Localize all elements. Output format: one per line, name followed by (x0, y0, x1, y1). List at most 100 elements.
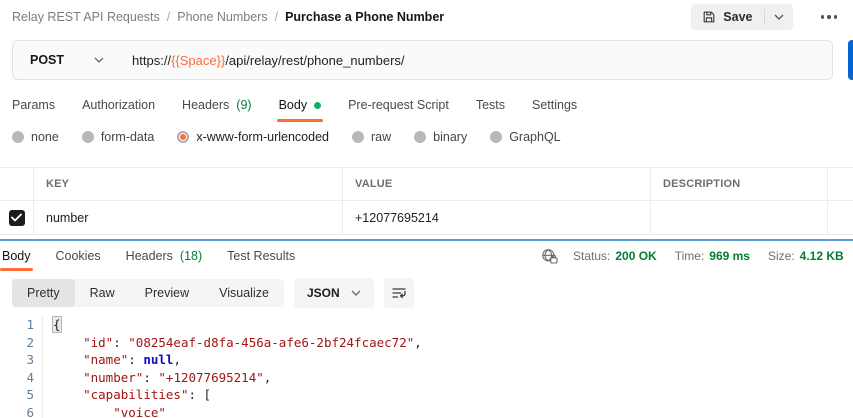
save-options-button[interactable] (765, 4, 793, 30)
save-button[interactable]: Save (691, 4, 763, 30)
line-number: 5 (0, 386, 42, 404)
line-number: 4 (0, 369, 42, 387)
url-path: /api/relay/rest/phone_numbers/ (225, 53, 404, 68)
code-line: 2 "id": "08254eaf-d8fa-456a-afe6-2bf24fc… (0, 334, 853, 352)
body-type-graphql[interactable]: GraphQL (490, 130, 560, 144)
body-type-form-data[interactable]: form-data (82, 130, 155, 144)
tab-pre-request-script[interactable]: Pre-request Script (348, 88, 449, 122)
table-row: number+12077695214 (0, 201, 853, 235)
request-tabs: Params Authorization Headers(9) Body Pre-req… (0, 88, 853, 122)
radio-icon (177, 131, 189, 143)
tab-body[interactable]: Body (279, 88, 322, 122)
response-bar: Body Cookies Headers(18) Test Results Statu… (0, 241, 853, 271)
code-line-content: { (42, 316, 61, 334)
response-tab-headers[interactable]: Headers(18) (126, 241, 202, 271)
code-line-content: "name": null, (42, 351, 181, 369)
tab-settings[interactable]: Settings (532, 88, 577, 122)
key-cell[interactable]: number (34, 201, 343, 234)
select-all-cell[interactable] (0, 168, 34, 200)
breadcrumb-item-purchase-a-phone-number[interactable]: Purchase a Phone Number (285, 10, 444, 24)
tab-label: Params (12, 98, 55, 112)
breadcrumb-item-relay-rest-api-requests[interactable]: Relay REST API Requests (12, 10, 160, 24)
body-type-none[interactable]: none (12, 130, 59, 144)
method-select[interactable]: POST (13, 53, 116, 67)
tab-label: Cookies (56, 249, 101, 263)
code-token: , (414, 335, 422, 350)
response-body-editor[interactable]: 1{2 "id": "08254eaf-d8fa-456a-afe6-2bf24… (0, 314, 853, 418)
response-tab-test-results[interactable]: Test Results (227, 241, 295, 271)
breadcrumb-separator: / (167, 10, 170, 24)
view-tab-visualize[interactable]: Visualize (204, 279, 284, 307)
view-tab-pretty[interactable]: Pretty (12, 279, 75, 307)
active-tab-underline (277, 119, 324, 122)
network-info-icon[interactable] (541, 248, 558, 264)
radio-icon (82, 131, 94, 143)
send-button[interactable] (848, 40, 853, 80)
view-tab-preview[interactable]: Preview (130, 279, 204, 307)
tab-authorization[interactable]: Authorization (82, 88, 155, 122)
wrap-text-button[interactable] (384, 278, 414, 308)
request-header: Relay REST API Requests / Phone Numbers / Pu… (0, 0, 853, 34)
code-token: { (53, 317, 61, 332)
body-type-label: x-www-form-urlencoded (196, 130, 329, 144)
url-prefix: https:// (132, 53, 171, 68)
radio-icon (414, 131, 426, 143)
more-options-button[interactable] (819, 9, 840, 25)
tab-tests[interactable]: Tests (476, 88, 505, 122)
meta-size: Size:4.12 KB (768, 249, 844, 263)
meta-time: Time:969 ms (675, 249, 750, 263)
url-bar: POST https://{{Space}}/api/relay/rest/ph… (0, 34, 853, 88)
code-token: [ (204, 387, 212, 402)
breadcrumb: Relay REST API Requests / Phone Numbers / Pu… (12, 10, 691, 24)
url-box: POST https://{{Space}}/api/relay/rest/ph… (12, 40, 833, 80)
tab-params[interactable]: Params (12, 88, 55, 122)
code-token: : (188, 387, 203, 402)
column-header-description: DESCRIPTION (651, 168, 828, 200)
tab-label: Pre-request Script (348, 98, 449, 112)
code-token: , (264, 370, 272, 385)
ellipsis-icon (834, 15, 838, 19)
code-token: "08254eaf-d8fa-456a-afe6-2bf24fcaec72" (128, 335, 414, 350)
body-type-binary[interactable]: binary (414, 130, 467, 144)
code-token: "name" (83, 352, 128, 367)
value-cell[interactable]: +12077695214 (343, 201, 651, 234)
code-line-content: "capabilities": [ (42, 386, 211, 404)
format-select[interactable]: JSON (294, 278, 374, 308)
code-token: "capabilities" (83, 387, 188, 402)
body-type-raw[interactable]: raw (352, 130, 391, 144)
code-line: 5 "capabilities": [ (0, 386, 853, 404)
description-cell[interactable] (651, 201, 828, 234)
meta-label: Size: (768, 249, 795, 263)
code-line: 3 "name": null, (0, 351, 853, 369)
tab-headers[interactable]: Headers(9) (182, 88, 252, 122)
code-token (53, 405, 113, 418)
view-tab-raw[interactable]: Raw (75, 279, 130, 307)
response-tab-cookies[interactable]: Cookies (56, 241, 101, 271)
url-input[interactable]: https://{{Space}}/api/relay/rest/phone_n… (132, 53, 404, 68)
code-token: "id" (83, 335, 113, 350)
ellipsis-icon (821, 15, 825, 19)
code-token: : (113, 335, 128, 350)
radio-dot-icon (180, 134, 186, 140)
tab-count: (18) (180, 249, 202, 263)
tab-label: Tests (476, 98, 505, 112)
body-type-x-www-form-urlencoded[interactable]: x-www-form-urlencoded (177, 130, 329, 144)
response-tab-body[interactable]: Body (2, 241, 31, 271)
chevron-down-icon (774, 14, 784, 20)
url-variable: {{Space}} (171, 53, 225, 68)
meta-value: 969 ms (709, 249, 750, 263)
save-button-group: Save (691, 4, 792, 30)
body-present-dot-icon (314, 102, 321, 109)
code-token (53, 352, 83, 367)
tab-label: Authorization (82, 98, 155, 112)
meta-label: Status: (573, 249, 610, 263)
code-token (53, 335, 83, 350)
line-number: 6 (0, 404, 42, 418)
code-token: : (143, 370, 158, 385)
breadcrumb-item-phone-numbers[interactable]: Phone Numbers (177, 10, 267, 24)
breadcrumb-separator: / (275, 10, 278, 24)
row-checkbox[interactable] (9, 210, 25, 226)
view-mode-tabs: PrettyRawPreviewVisualize (12, 279, 284, 307)
radio-icon (490, 131, 502, 143)
line-number: 2 (0, 334, 42, 352)
